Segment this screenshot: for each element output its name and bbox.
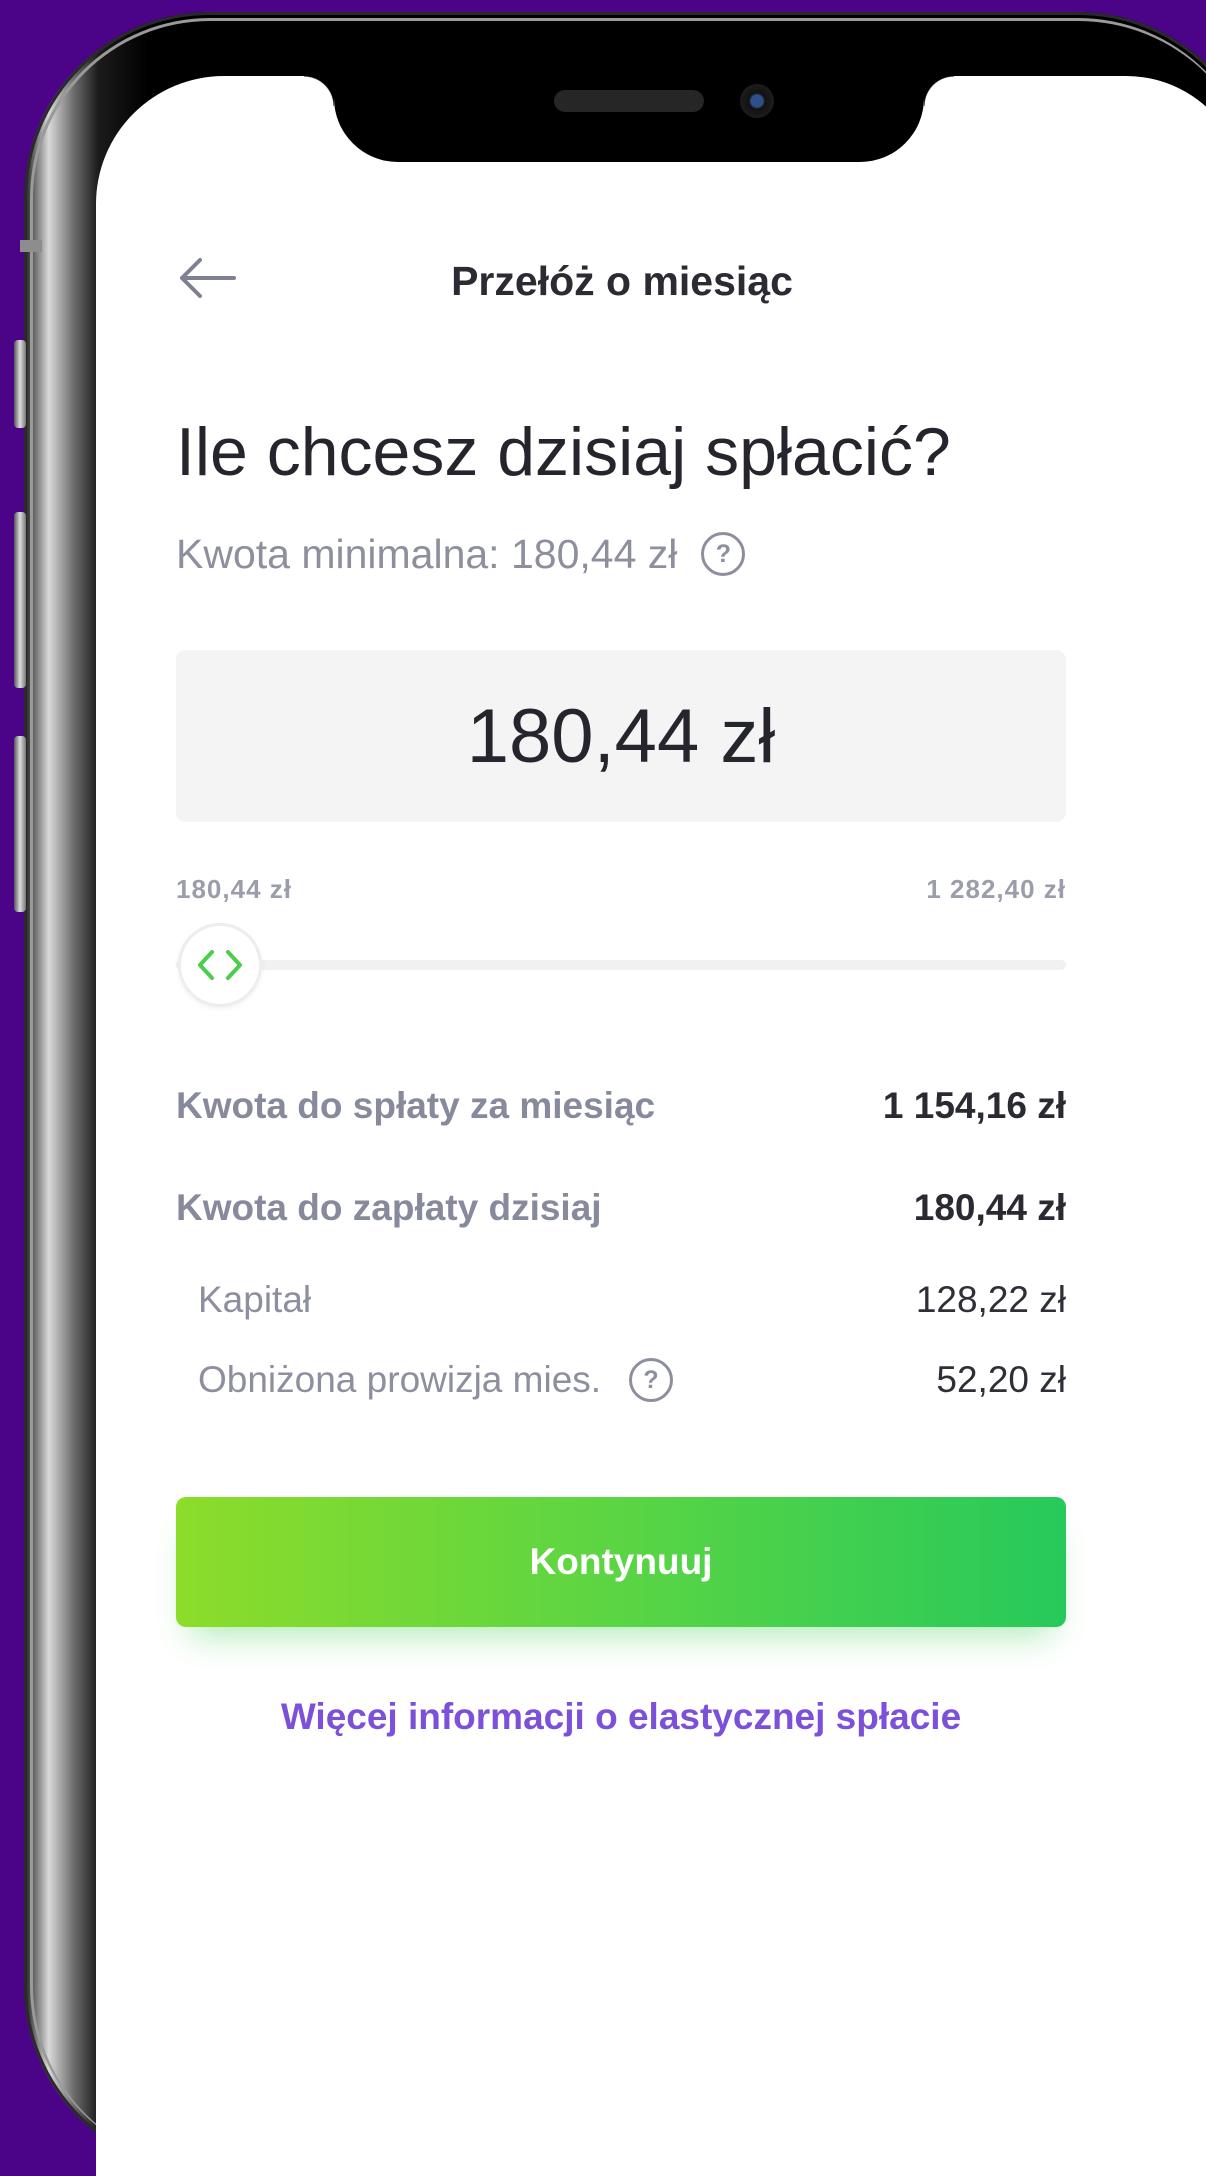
more-info-link[interactable]: Więcej informacji o elastycznej spłacie: [176, 1696, 1066, 1738]
pay-today-value: 180,44 zł: [913, 1187, 1066, 1228]
commission-label-group: Obniżona prowizja mies. ?: [198, 1358, 674, 1402]
commission-value: 52,20 zł: [936, 1359, 1066, 1400]
slider-thumb[interactable]: [178, 923, 262, 1007]
arrow-left-icon: [180, 258, 236, 298]
monthly-repayment-row: Kwota do spłaty za miesiąc 1 154,16 zł: [176, 1080, 1066, 1132]
phone-volume-up-button: [14, 512, 26, 688]
minimum-amount-label: Kwota minimalna: 180,44 zł: [176, 530, 678, 577]
phone-volume-down-button: [14, 736, 26, 912]
phone-notch: [304, 76, 954, 162]
back-button[interactable]: [176, 256, 238, 300]
page-title: Przełóż o miesiąc: [451, 258, 793, 304]
front-camera: [740, 84, 774, 118]
amount-input[interactable]: 180,44 zł: [176, 650, 1066, 822]
slider-max-label: 1 282,40 zł: [926, 874, 1066, 904]
capital-row: Kapitał 128,22 zł: [198, 1274, 1066, 1326]
commission-help-icon[interactable]: ?: [629, 1358, 674, 1402]
capital-value: 128,22 zł: [915, 1279, 1066, 1320]
continue-button[interactable]: Kontynuuj: [176, 1497, 1066, 1627]
help-icon[interactable]: ?: [701, 532, 746, 576]
amount-slider[interactable]: [176, 920, 1066, 1010]
commission-label: Obniżona prowizja mies.: [198, 1359, 602, 1400]
phone-side-mark: [20, 240, 42, 252]
question-heading: Ile chcesz dzisiaj spłacić?: [176, 414, 951, 490]
monthly-repayment-value: 1 154,16 zł: [882, 1085, 1066, 1126]
pay-today-row: Kwota do zapłaty dzisiaj 180,44 zł: [176, 1182, 1066, 1234]
pay-today-label: Kwota do zapłaty dzisiaj: [176, 1187, 602, 1228]
commission-row: Obniżona prowizja mies. ? 52,20 zł: [198, 1354, 1066, 1406]
speaker-grille: [554, 90, 704, 112]
monthly-repayment-label: Kwota do spłaty za miesiąc: [176, 1085, 656, 1126]
phone-mute-switch: [14, 340, 26, 428]
slider-track[interactable]: [176, 960, 1066, 970]
chevrons-left-right-icon: [198, 950, 242, 980]
minimum-amount-row: Kwota minimalna: 180,44 zł ?: [176, 526, 746, 582]
slider-min-label: 180,44 zł: [176, 874, 292, 904]
capital-label: Kapitał: [198, 1279, 312, 1320]
